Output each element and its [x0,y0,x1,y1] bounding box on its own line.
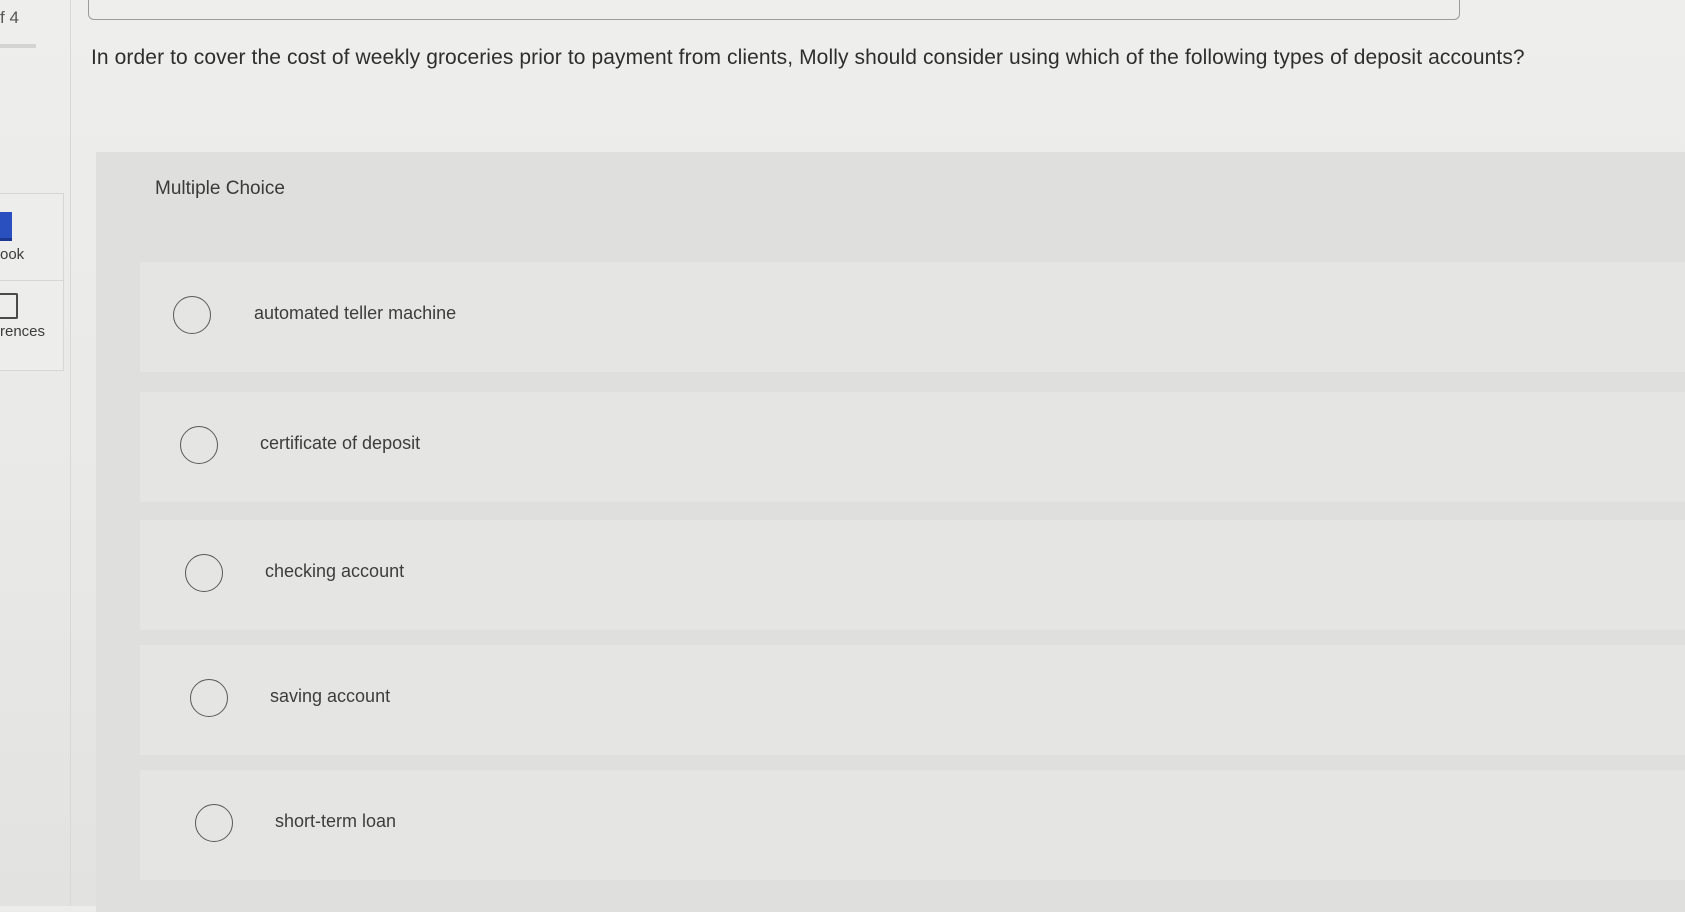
radio-button[interactable] [173,296,211,334]
sidebar-tools-panel: ook rences [0,193,64,371]
references-icon [0,293,18,319]
sidebar-item-label: rences [0,323,46,340]
choice-option[interactable]: automated teller machine [140,262,1685,372]
choice-label: certificate of deposit [260,433,421,453]
sidebar-item-label: ook [0,246,25,263]
choice-label: saving account [270,686,391,706]
radio-button[interactable] [180,426,218,464]
radio-button[interactable] [185,554,223,592]
radio-button[interactable] [190,679,228,717]
choice-option[interactable]: saving account [140,645,1685,755]
radio-button[interactable] [195,804,233,842]
question-counter: f 4 [0,8,19,27]
choice-option[interactable]: checking account [140,520,1685,630]
top-frame [88,0,1460,20]
choice-label: short-term loan [275,811,397,831]
choice-option[interactable]: short-term loan [140,770,1685,880]
sidebar-divider [0,44,36,48]
sidebar-item-references[interactable]: rences [0,281,63,367]
left-sidebar: f 4 ook rences [0,0,71,906]
multiple-choice-heading: Multiple Choice [155,178,285,199]
choice-label: checking account [265,561,405,581]
book-icon [0,212,12,241]
choice-option[interactable]: certificate of deposit [140,392,1685,502]
sidebar-item-ebook[interactable]: ook [0,194,63,281]
question-prompt: In order to cover the cost of weekly gro… [91,46,1525,69]
choice-label: automated teller machine [254,303,457,323]
